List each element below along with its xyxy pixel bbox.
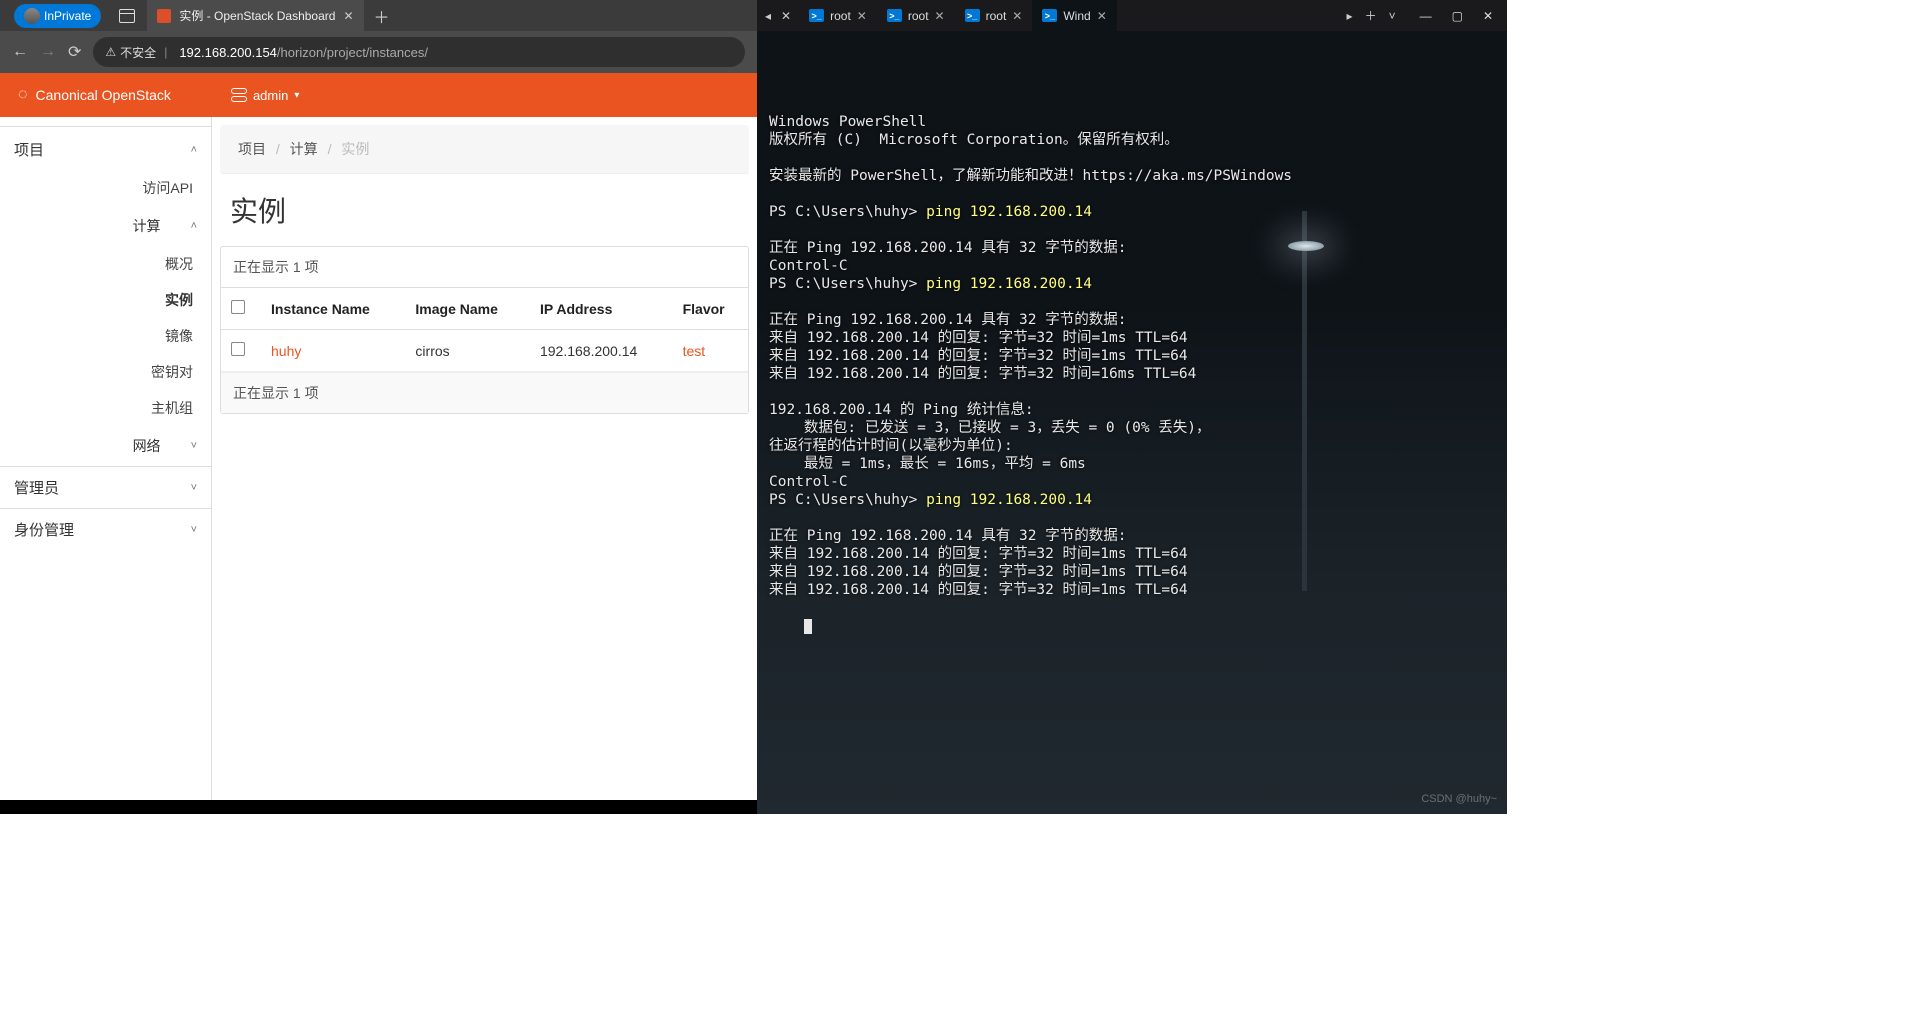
cell-ip: 192.168.200.14 (530, 330, 673, 372)
page-title: 实例 (212, 182, 757, 246)
close-tab-icon[interactable]: ✕ (1012, 9, 1022, 23)
terminal-body[interactable]: Windows PowerShell 版权所有 (C) Microsoft Co… (757, 31, 1507, 814)
instance-name-link[interactable]: huhy (261, 330, 405, 372)
sidebar-item-overview[interactable]: 概况 (0, 246, 211, 282)
browser-tab[interactable]: 实例 - OpenStack Dashboard ✕ (147, 0, 363, 31)
chevron-down-icon: ˅ (191, 482, 197, 494)
col-ip-address[interactable]: IP Address (530, 288, 673, 330)
powershell-icon: >_ (809, 9, 824, 22)
browser-tabstrip: InPrivate 实例 - OpenStack Dashboard ✕ ＋ (0, 0, 757, 31)
terminal-titlebar: ◂ ✕ >_ root ✕ >_ root ✕ >_ root ✕ >_ Wind ✕ ▸ ＋ ˅ —… (757, 0, 1507, 31)
ubuntu-icon: ◌ (18, 86, 28, 104)
tab-dropdown-button[interactable]: ˅ (1389, 9, 1396, 23)
terminal-tab-label: root (830, 9, 851, 23)
close-tab-icon[interactable]: ✕ (1097, 9, 1107, 23)
terminal-tab-label: root (908, 9, 929, 23)
sidebar-group-compute[interactable]: 计算˄ (0, 206, 211, 246)
sidebar-item-images[interactable]: 镜像 (0, 318, 211, 354)
project-icon (231, 88, 247, 102)
address-bar[interactable]: ⚠ 不安全 | 192.168.200.154/horizon/project/… (93, 37, 745, 67)
select-all-checkbox[interactable] (231, 300, 245, 314)
new-tab-button[interactable]: ＋ (1365, 7, 1377, 24)
close-tab-icon[interactable]: ✕ (343, 9, 353, 23)
browser-toolbar: ← → ⟳ ⚠ 不安全 | 192.168.200.154/horizon/pr… (0, 31, 757, 73)
browser-tab-title: 实例 - OpenStack Dashboard (179, 7, 335, 24)
tab-scroll-left[interactable]: ◂ (765, 9, 771, 23)
sidebar-group-network[interactable]: 网络˅ (0, 426, 211, 466)
sidebar-item-keypairs[interactable]: 密钥对 (0, 354, 211, 390)
sidebar-group-identity[interactable]: 身份管理˅ (0, 508, 211, 550)
user-avatar-icon (24, 8, 40, 24)
window-maximize-button[interactable]: ▢ (1452, 9, 1463, 23)
col-flavor[interactable]: Flavor (673, 288, 748, 330)
terminal-tab[interactable]: >_ root ✕ (799, 0, 877, 31)
breadcrumb-compute[interactable]: 计算 (290, 141, 318, 157)
reload-button[interactable]: ⟳ (68, 42, 81, 62)
breadcrumb-current: 实例 (341, 141, 369, 157)
openstack-favicon-icon (157, 9, 171, 23)
window-minimize-button[interactable]: — (1420, 9, 1432, 23)
caret-down-icon: ▾ (294, 90, 299, 101)
sidebar-item-api[interactable]: 访问API (0, 170, 211, 206)
sidebar-item-instances[interactable]: 实例 (0, 282, 211, 318)
project-label: admin (253, 88, 288, 103)
new-tab-button[interactable]: ＋ (374, 4, 390, 28)
table-row: huhycirros192.168.200.14test (221, 330, 748, 372)
cell-image: cirros (405, 330, 530, 372)
sidebar: 项目˄ 访问API 计算˄ 概况 实例 镜像 密钥对 主机组 网络˅ 管理员˅ (0, 117, 212, 800)
url-text: 192.168.200.154/horizon/project/instance… (179, 45, 428, 60)
powershell-icon: >_ (1042, 9, 1057, 22)
terminal-tab-label: root (986, 9, 1007, 23)
row-checkbox[interactable] (231, 342, 245, 356)
brand-label: Canonical OpenStack (36, 87, 171, 103)
tab-scroll-right[interactable]: ▸ (1347, 9, 1353, 23)
instances-table: 正在显示 1 项 Instance Name Image Name IP Add… (220, 246, 749, 414)
inprivate-badge[interactable]: InPrivate (14, 4, 101, 28)
openstack-header: ◌ Canonical OpenStack admin ▾ (0, 73, 757, 117)
powershell-icon: >_ (965, 9, 980, 22)
warning-icon: ⚠ (105, 45, 116, 59)
tab-overview-icon[interactable] (119, 9, 135, 23)
sidebar-item-hostgroups[interactable]: 主机组 (0, 390, 211, 426)
back-button[interactable]: ← (12, 43, 28, 61)
terminal-cursor (804, 619, 812, 634)
terminal-tab[interactable]: >_ root ✕ (877, 0, 955, 31)
col-image-name[interactable]: Image Name (405, 288, 530, 330)
insecure-label: 不安全 (120, 44, 156, 61)
terminal-tab-label: Wind (1063, 9, 1090, 23)
flavor-link[interactable]: test (673, 330, 748, 372)
watermark: CSDN @huhy~ (1421, 790, 1497, 808)
chevron-down-icon: ˅ (191, 440, 197, 452)
terminal-tab[interactable]: >_ Wind ✕ (1032, 0, 1116, 31)
tab-close-left[interactable]: ✕ (781, 9, 791, 23)
brand-link[interactable]: ◌ Canonical OpenStack (18, 86, 171, 104)
forward-button[interactable]: → (40, 43, 56, 61)
window-close-button[interactable]: ✕ (1483, 9, 1493, 23)
close-tab-icon[interactable]: ✕ (857, 9, 867, 23)
sidebar-group-admin[interactable]: 管理员˅ (0, 466, 211, 508)
sidebar-group-project[interactable]: 项目˄ (0, 129, 211, 170)
chevron-down-icon: ˅ (191, 524, 197, 536)
terminal-tab[interactable]: >_ root ✕ (955, 0, 1033, 31)
table-caption-top: 正在显示 1 项 (221, 247, 748, 287)
powershell-icon: >_ (887, 9, 902, 22)
close-tab-icon[interactable]: ✕ (935, 9, 945, 23)
chevron-up-icon: ˄ (191, 144, 197, 156)
inprivate-label: InPrivate (44, 9, 91, 23)
breadcrumb: 项目 / 计算 / 实例 (220, 125, 749, 174)
project-selector[interactable]: admin ▾ (231, 88, 299, 103)
taskbar-strip (0, 800, 757, 814)
site-security-badge[interactable]: ⚠ 不安全 | (105, 44, 171, 61)
table-caption-bottom: 正在显示 1 项 (221, 372, 748, 413)
col-instance-name[interactable]: Instance Name (261, 288, 405, 330)
breadcrumb-project[interactable]: 项目 (238, 141, 266, 157)
chevron-up-icon: ˄ (191, 220, 197, 232)
